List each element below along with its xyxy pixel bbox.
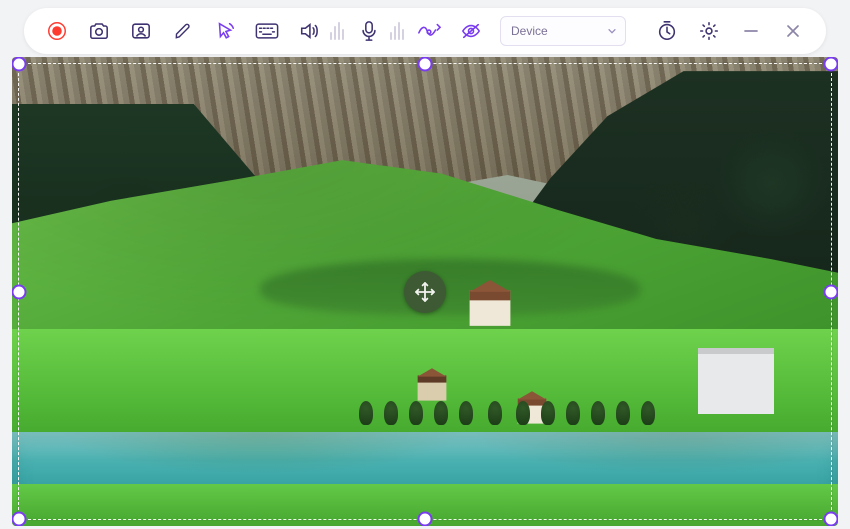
minimize-icon [742, 22, 760, 40]
close-icon [785, 23, 801, 39]
timer-icon [656, 20, 678, 42]
close-button[interactable] [774, 15, 812, 47]
system-audio-level-icon [330, 22, 344, 40]
move-icon [413, 280, 437, 304]
system-audio-button[interactable] [290, 15, 328, 47]
toolbar: Device [24, 8, 826, 54]
system-audio-icon [298, 21, 320, 41]
resize-handle-bottom-right[interactable] [824, 512, 839, 527]
mic-icon [359, 20, 379, 42]
resize-handle-right[interactable] [824, 284, 839, 299]
minimize-button[interactable] [732, 15, 770, 47]
annotate-button[interactable] [164, 15, 202, 47]
keystroke-button[interactable] [248, 15, 286, 47]
move-selection-button[interactable] [404, 271, 446, 313]
auto-stop-icon [417, 21, 441, 41]
auto-stop-button[interactable] [410, 15, 448, 47]
cursor-highlight-button[interactable] [206, 15, 244, 47]
resize-handle-bottom-left[interactable] [12, 512, 27, 527]
webcam-icon [130, 21, 152, 41]
settings-icon [698, 20, 720, 42]
settings-button[interactable] [690, 15, 728, 47]
hide-preview-button[interactable] [452, 15, 490, 47]
resize-handle-bottom[interactable] [418, 512, 433, 527]
capture-area[interactable] [12, 57, 838, 526]
screenshot-icon [88, 21, 110, 41]
timer-button[interactable] [648, 15, 686, 47]
resize-handle-top[interactable] [418, 57, 433, 72]
cursor-icon [214, 20, 236, 42]
device-select-label: Device [511, 24, 548, 38]
screenshot-button[interactable] [80, 15, 118, 47]
record-icon [46, 20, 68, 42]
webcam-button[interactable] [122, 15, 160, 47]
device-select[interactable]: Device [500, 16, 626, 46]
mic-level-icon [390, 22, 404, 40]
keystroke-icon [255, 22, 279, 40]
microphone-button[interactable] [350, 15, 388, 47]
annotate-icon [173, 21, 193, 41]
resize-handle-top-right[interactable] [824, 57, 839, 72]
resize-handle-left[interactable] [12, 284, 27, 299]
record-button[interactable] [38, 15, 76, 47]
chevron-down-icon [607, 26, 617, 36]
eye-off-icon [460, 21, 482, 41]
